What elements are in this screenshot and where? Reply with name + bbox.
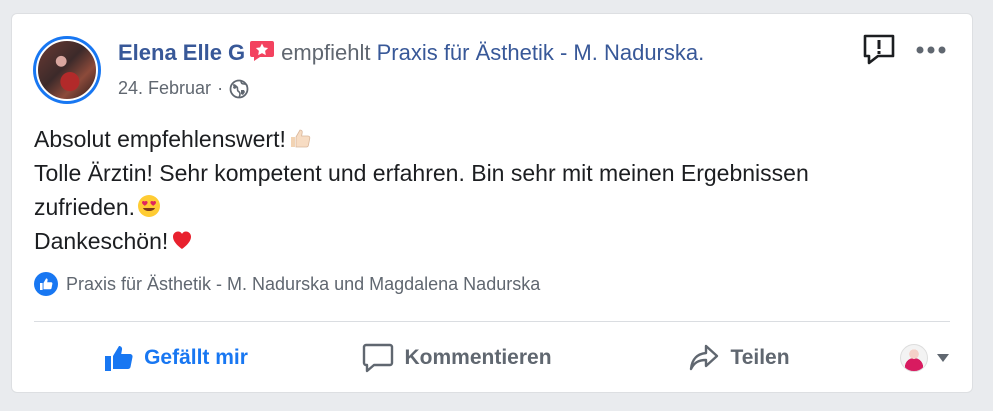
like-label: Gefällt mir xyxy=(144,346,248,369)
post-card: Elena Elle G empfiehlt Praxis für Ästhet… xyxy=(11,13,973,393)
post-actions: Gefällt mir Kommentieren Teilen xyxy=(34,332,950,384)
thumbs-up-icon xyxy=(105,346,133,371)
post-meta: 24. Februar · xyxy=(118,78,249,99)
more-options-button[interactable] xyxy=(916,45,946,55)
body-line: Dankeschön! xyxy=(34,224,934,258)
reaction-summary[interactable]: Praxis für Ästhetik - M. Nadurska und Ma… xyxy=(34,272,540,296)
post-body: Absolut empfehlenswert! Tolle Ärztin! Se… xyxy=(34,122,934,258)
comment-icon xyxy=(363,343,394,373)
caret-down-icon xyxy=(937,354,949,362)
share-button[interactable]: Teilen xyxy=(598,342,880,374)
globe-icon[interactable] xyxy=(229,79,249,99)
body-line: zufrieden. xyxy=(34,190,934,224)
body-line: Absolut empfehlenswert! xyxy=(34,122,934,156)
comment-button[interactable]: Kommentieren xyxy=(316,342,598,374)
body-line: Tolle Ärztin! Sehr kompetent und erfahre… xyxy=(34,160,809,186)
user-avatar xyxy=(900,344,928,372)
post-top-actions xyxy=(862,34,946,66)
like-reaction-icon xyxy=(34,272,58,296)
recommend-star-icon xyxy=(250,41,275,61)
report-icon xyxy=(863,34,895,65)
share-label: Teilen xyxy=(730,346,790,369)
report-button[interactable] xyxy=(862,34,896,66)
meta-separator: · xyxy=(217,78,224,98)
action-text: empfiehlt xyxy=(281,40,371,65)
comment-label: Kommentieren xyxy=(404,346,552,369)
like-button[interactable]: Gefällt mir xyxy=(34,342,316,374)
thumbs-up-emoji xyxy=(290,129,311,148)
post-header: Elena Elle G empfiehlt Praxis für Ästhet… xyxy=(118,40,704,66)
post-date[interactable]: 24. Februar xyxy=(118,78,211,99)
avatar-image xyxy=(36,39,98,101)
post-as-selector[interactable] xyxy=(880,344,950,372)
actions-divider xyxy=(34,321,950,322)
author-name[interactable]: Elena Elle G xyxy=(118,40,245,65)
share-icon xyxy=(690,344,719,371)
more-options-icon xyxy=(916,46,946,54)
author-avatar[interactable] xyxy=(33,36,101,104)
heart-eyes-emoji xyxy=(138,195,161,217)
reaction-names[interactable]: Praxis für Ästhetik - M. Nadurska und Ma… xyxy=(66,274,540,295)
red-heart-emoji xyxy=(173,231,192,249)
page-link[interactable]: Praxis für Ästhetik - M. Nadurska. xyxy=(377,40,705,65)
